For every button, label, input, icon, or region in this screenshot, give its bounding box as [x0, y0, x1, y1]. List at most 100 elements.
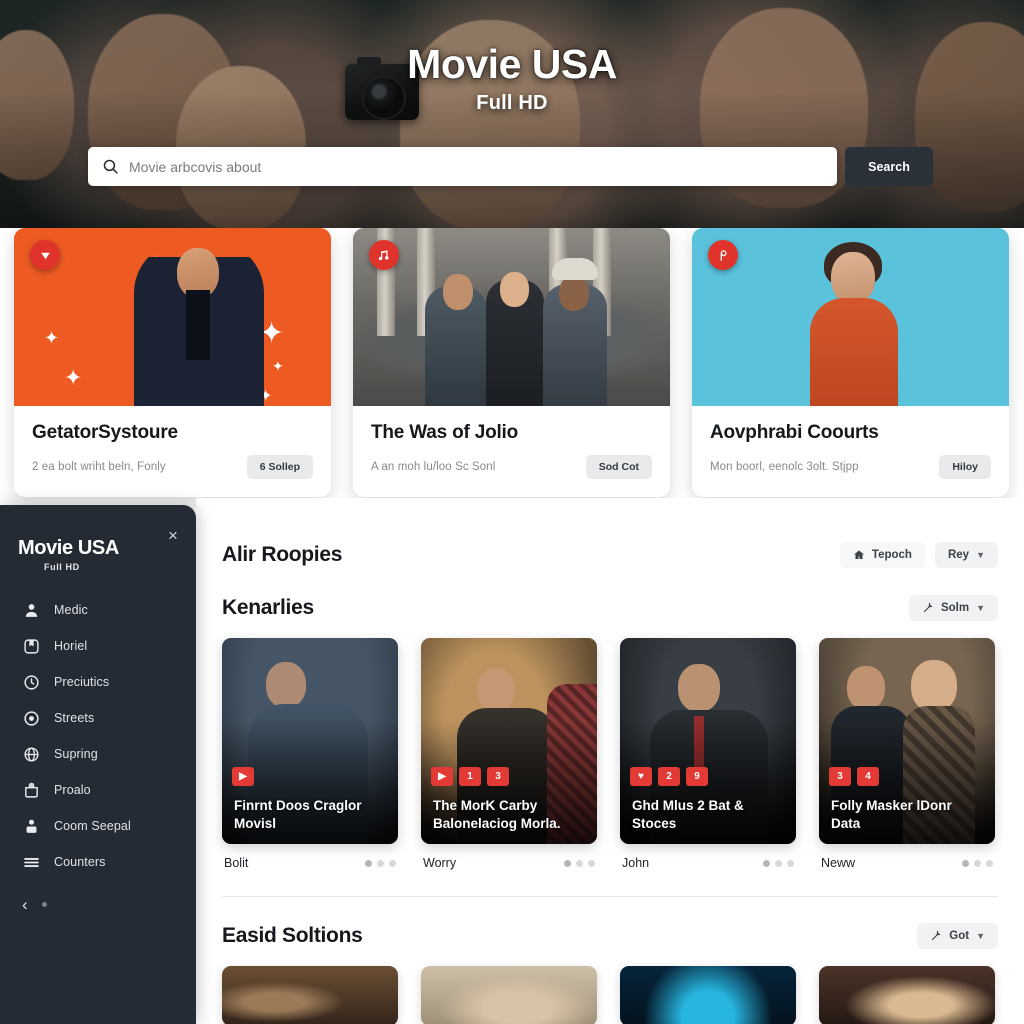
feature-card-title: GetatorSystoure: [32, 422, 178, 443]
dot[interactable]: [377, 859, 384, 867]
movie-poster[interactable]: ▶ 1 3 The MorK Carby Balonelaciog Morla.: [421, 638, 597, 844]
list-item[interactable]: [421, 966, 597, 1024]
count-badge[interactable]: 4: [857, 767, 879, 786]
section-header-kenarlies: Kenarlies Solm ▼: [222, 568, 998, 621]
page-title: Movie USA: [407, 41, 617, 87]
dot[interactable]: [787, 859, 794, 867]
count-badge[interactable]: 3: [829, 767, 851, 786]
magic-wand-icon: [922, 602, 934, 614]
feature-card-pill[interactable]: 6 Sollep: [246, 455, 313, 479]
list-item[interactable]: [620, 966, 796, 1024]
person-icon: [22, 601, 40, 619]
dot[interactable]: [962, 859, 969, 867]
dot[interactable]: [775, 859, 782, 867]
feature-card[interactable]: Aovphrabi Coourts Mon boorl, eenolc 3olt…: [692, 228, 1009, 497]
count-badge[interactable]: 3: [487, 767, 509, 786]
triangle-down-icon[interactable]: [30, 240, 60, 270]
sidebar-item-proalo[interactable]: Proalo: [0, 772, 196, 808]
section-header-easid-soltions: Easid Soltions Got ▼: [222, 897, 998, 949]
cyan-artwork: [692, 228, 1009, 406]
list-item[interactable]: [819, 966, 995, 1024]
pagination-dots[interactable]: [763, 859, 794, 867]
pagination-dots[interactable]: [564, 859, 595, 867]
section-actions: Got ▼: [917, 923, 998, 949]
chevron-down-icon: ▼: [976, 603, 985, 613]
feature-card-pill[interactable]: Hiloy: [939, 455, 991, 479]
dot[interactable]: [576, 859, 583, 867]
dot[interactable]: [986, 859, 993, 867]
heart-badge[interactable]: ♥: [630, 767, 652, 786]
dot[interactable]: [588, 859, 595, 867]
rey-dropdown[interactable]: Rey ▼: [934, 542, 998, 568]
dot[interactable]: [365, 859, 372, 867]
avatar-icon: [22, 817, 40, 835]
count-badge[interactable]: 2: [658, 767, 680, 786]
rey-label: Rey: [947, 549, 970, 561]
feature-card-pill[interactable]: Sod Cot: [585, 455, 652, 479]
movie-poster[interactable]: ▶ Finrnt Doos Craglor Movisl: [222, 638, 398, 844]
feature-card[interactable]: ✦ ✦ ✦ ✦ ✦ ✦ ✦ GetatorSystoure 2 ea bolt …: [14, 228, 331, 497]
close-icon[interactable]: ×: [163, 526, 183, 546]
section-actions: Tepoch Rey ▼: [839, 542, 998, 568]
movie-title: Folly Masker lDonr Data: [831, 798, 952, 831]
movie-owner: Bolit: [224, 856, 249, 870]
section-title: Kenarlies: [222, 596, 314, 619]
movie-card[interactable]: ▶ 1 3 The MorK Carby Balonelaciog Morla.…: [421, 638, 597, 870]
main-content: Alir Roopies Tepoch Rey ▼ Kenarlies Solm…: [196, 498, 1024, 1024]
pagination-dots[interactable]: [962, 859, 993, 867]
feature-card-subtitle: 2 ea bolt wriht beln, Fonly: [32, 461, 166, 473]
movie-poster[interactable]: 3 4 Folly Masker lDonr Data: [819, 638, 995, 844]
dot[interactable]: [389, 859, 396, 867]
pagination-dots[interactable]: [365, 859, 396, 867]
solm-dropdown[interactable]: Solm ▼: [908, 595, 998, 621]
dot[interactable]: [974, 859, 981, 867]
count-badge[interactable]: 9: [686, 767, 708, 786]
sidebar: × Movie USA Full HD Medic Horiel Preciut…: [0, 505, 196, 1024]
spiral-p-icon[interactable]: [708, 240, 738, 270]
movie-card[interactable]: 3 4 Folly Masker lDonr Data Neww: [819, 638, 995, 870]
chevron-left-icon[interactable]: ‹: [22, 896, 28, 913]
got-label: Got: [949, 930, 970, 942]
sidebar-item-coom-seepal[interactable]: Coom Seepal: [0, 808, 196, 844]
sidebar-item-streets[interactable]: Streets: [0, 700, 196, 736]
feature-card-list: ✦ ✦ ✦ ✦ ✦ ✦ ✦ GetatorSystoure 2 ea bolt …: [14, 228, 1010, 497]
sidebar-item-medic[interactable]: Medic: [0, 592, 196, 628]
sidebar-item-preciutics[interactable]: Preciutics: [0, 664, 196, 700]
search-input[interactable]: [129, 158, 823, 175]
got-dropdown[interactable]: Got ▼: [917, 923, 998, 949]
sidebar-item-horiel[interactable]: Horiel: [0, 628, 196, 664]
home-icon: [853, 549, 865, 561]
dot[interactable]: [763, 859, 770, 867]
sidebar-item-label: Counters: [54, 855, 106, 869]
poster-badges: ♥ 2 9: [630, 767, 708, 786]
dot[interactable]: [564, 859, 571, 867]
section-actions: Solm ▼: [908, 595, 998, 621]
record-circle-icon: [22, 709, 40, 727]
tepoch-button[interactable]: Tepoch: [839, 542, 925, 568]
music-note-icon[interactable]: [369, 240, 399, 270]
sidebar-item-supring[interactable]: Supring: [0, 736, 196, 772]
movie-card[interactable]: ♥ 2 9 Ghd Mlus 2 Bat & Stoces John: [620, 638, 796, 870]
movie-poster[interactable]: ♥ 2 9 Ghd Mlus 2 Bat & Stoces: [620, 638, 796, 844]
play-badge[interactable]: ▶: [431, 767, 453, 786]
feature-card-media: ✦ ✦ ✦ ✦ ✦ ✦ ✦: [14, 228, 331, 406]
feature-card-subtitle: A an moh lu/loo Sc Sonl: [371, 461, 496, 473]
tepoch-label: Tepoch: [871, 549, 912, 561]
feature-card[interactable]: The Was of Jolio A an moh lu/loo Sc Sonl…: [353, 228, 670, 497]
feature-card-body: Aovphrabi Coourts Mon boorl, eenolc 3olt…: [692, 406, 1009, 497]
sidebar-item-label: Coom Seepal: [54, 819, 131, 833]
count-badge[interactable]: 1: [459, 767, 481, 786]
sidebar-item-counters[interactable]: Counters: [0, 844, 196, 880]
section-title: Alir Roopies: [222, 543, 343, 566]
globe-icon: [22, 745, 40, 763]
bag-icon: [22, 781, 40, 799]
list-item[interactable]: [222, 966, 398, 1024]
feature-card-media: [692, 228, 1009, 406]
app-root: Movie USA Full HD Search ✦ ✦ ✦ ✦: [0, 0, 1024, 1024]
movie-card[interactable]: ▶ Finrnt Doos Craglor Movisl Bolit: [222, 638, 398, 870]
search-box[interactable]: [88, 147, 837, 186]
search-button[interactable]: Search: [845, 147, 933, 186]
clock-icon: [22, 673, 40, 691]
movie-card-footer: Bolit: [222, 856, 398, 870]
play-badge[interactable]: ▶: [232, 767, 254, 786]
